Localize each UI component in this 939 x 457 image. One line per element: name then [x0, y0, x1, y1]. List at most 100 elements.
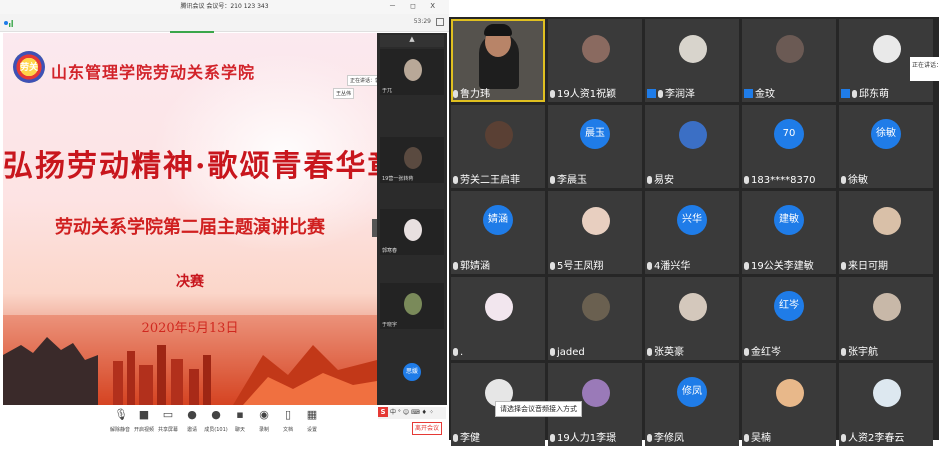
shared-slide: 劳关 山东管理学院劳动关系学院 弘扬劳动精神·歌颂青春华章 劳动关系学院第二届主…	[3, 33, 377, 405]
participant-badge[interactable]: 思媛	[403, 363, 421, 381]
participant-tile[interactable]: 修凤李修凤	[645, 363, 739, 446]
participant-name: 人资2李春云	[841, 433, 904, 445]
participant-name: 张英豪	[647, 347, 684, 359]
participant-name-text: 易安	[654, 175, 674, 186]
participant-name: 19人力1李璟	[550, 433, 616, 445]
participant-avatar	[404, 59, 422, 81]
document-icon: ▯	[284, 408, 292, 421]
name-avatar: 晨玉	[580, 119, 610, 149]
strip-tile[interactable]: 于兀	[380, 49, 444, 95]
participant-avatar	[404, 147, 422, 169]
name-avatar: 红岑	[774, 291, 804, 321]
participant-avatar	[485, 121, 513, 149]
mic-icon	[841, 262, 846, 270]
participant-avatar	[873, 293, 901, 321]
participant-tile[interactable]: jaded	[548, 277, 642, 360]
leave-meeting-button[interactable]: 离开会议	[412, 422, 442, 435]
mic-icon	[647, 262, 652, 270]
input-method-tray[interactable]: S中 ° ☺ ⌨ ♦ ⁘	[378, 407, 446, 419]
settings-icon: ▦	[306, 408, 318, 421]
participant-name: 4潘兴华	[647, 261, 690, 273]
participant-name: 金玟	[744, 89, 775, 101]
participant-tile[interactable]: 婧涵 郭婧涵	[451, 191, 545, 274]
window-title: 腾讯会议 会议号：210 123 343	[180, 3, 269, 10]
participant-name: 李修凤	[647, 433, 684, 445]
participant-tile[interactable]: 来日可期	[839, 191, 933, 274]
mic-icon	[647, 348, 652, 356]
participant-tile[interactable]: 红岑 金红岑	[742, 277, 836, 360]
mic-icon	[550, 434, 555, 442]
mic-icon	[453, 262, 458, 270]
participant-tile[interactable]: 张宇航	[839, 277, 933, 360]
name-avatar: 徐敏	[871, 119, 901, 149]
mic-icon: 🎙	[114, 408, 128, 421]
participant-tile[interactable]: 鲁力玮	[451, 19, 545, 102]
fullscreen-icon[interactable]	[436, 18, 444, 26]
participant-avatar	[404, 293, 422, 315]
college-logo: 劳关	[13, 51, 45, 83]
participant-tile[interactable]: 张英豪	[645, 277, 739, 360]
participant-name: 鲁力玮	[453, 89, 490, 101]
meeting-window: 腾讯会议 会议号：210 123 343 － ◻ X 53:29 劳关 山东管理…	[0, 0, 449, 457]
participant-name: .	[453, 347, 463, 359]
participant-name-text: 邱东萌	[859, 89, 889, 100]
settings-button[interactable]: ▦ 设置	[297, 408, 327, 434]
window-controls[interactable]: － ◻ X	[389, 1, 441, 11]
participant-tile[interactable]: 吴楠	[742, 363, 836, 446]
strip-tile[interactable]: 郭寒春	[380, 209, 444, 255]
person-icon	[647, 89, 656, 98]
mic-icon	[841, 348, 846, 356]
participant-tile[interactable]: 易安	[645, 105, 739, 188]
participant-strip[interactable]: ▲ 于兀 19营一张转蒋 郭寒春 于晓宇 思媛	[372, 33, 447, 405]
participant-tile[interactable]: 劳关二王启菲	[451, 105, 545, 188]
mic-icon	[744, 434, 749, 442]
participant-tile[interactable]: .	[451, 277, 545, 360]
participant-tile[interactable]: 5号王凤翔	[548, 191, 642, 274]
participant-avatar	[582, 293, 610, 321]
mic-icon	[453, 348, 458, 356]
name-avatar: 兴华	[677, 205, 707, 235]
collapse-strip-handle[interactable]	[372, 219, 377, 237]
participant-avatar	[582, 379, 610, 407]
scroll-up-button[interactable]: ▲	[380, 35, 444, 47]
participant-tile[interactable]: 徐敏 徐敏	[839, 105, 933, 188]
mic-icon	[647, 176, 652, 184]
participant-avatar	[404, 219, 422, 241]
participant-name: 郭婧涵	[453, 261, 490, 273]
participant-tile[interactable]: 70 183****8370	[742, 105, 836, 188]
participant-name: 李晨玉	[550, 175, 587, 187]
strip-tile[interactable]: 于晓宇	[380, 283, 444, 329]
participant-name-text: 徐敏	[848, 175, 868, 186]
participant-name-text: 郭婧涵	[460, 261, 490, 272]
participant-tile[interactable]: 李润泽	[645, 19, 739, 102]
participant-tile[interactable]: 19人资1祝颖	[548, 19, 642, 102]
school-name: 山东管理学院劳动关系学院	[51, 63, 256, 82]
screen: 腾讯会议 会议号：210 123 343 － ◻ X 53:29 劳关 山东管理…	[0, 0, 939, 457]
participant-tile[interactable]: 人资2李春云	[839, 363, 933, 446]
participant-name: 19人资1祝颖	[550, 89, 616, 101]
meeting-timer: 53:29	[413, 18, 431, 25]
participant-name: 张宇航	[841, 347, 878, 359]
name-avatar: 建敏	[774, 205, 804, 235]
members-icon: ●	[211, 408, 221, 421]
mic-icon	[841, 434, 846, 442]
strip-tile[interactable]: 19营一张转蒋	[380, 137, 444, 183]
participant-tile[interactable]: 建敏 19公关李建敏	[742, 191, 836, 274]
participant-avatar	[679, 121, 707, 149]
name-avatar: 修凤	[677, 377, 707, 407]
participant-name: 易安	[647, 175, 674, 187]
person-icon	[841, 89, 850, 98]
participant-avatar	[776, 379, 804, 407]
participant-tile[interactable]: 晨玉李晨玉	[548, 105, 642, 188]
participant-name-text: 4潘兴华	[654, 261, 691, 272]
participant-name-text: 人资2李春云	[848, 433, 905, 444]
name-avatar: 70	[774, 119, 804, 149]
slide-main-title: 弘扬劳动精神·歌颂青春华章	[3, 149, 377, 184]
mic-icon	[550, 262, 555, 270]
mic-icon	[852, 90, 857, 98]
participant-name: 183****8370	[744, 175, 816, 187]
participant-avatar	[679, 293, 707, 321]
participant-tile[interactable]: 金玟	[742, 19, 836, 102]
participant-name-text: 金玟	[755, 89, 775, 100]
participant-tile[interactable]: 兴华 4潘兴华	[645, 191, 739, 274]
